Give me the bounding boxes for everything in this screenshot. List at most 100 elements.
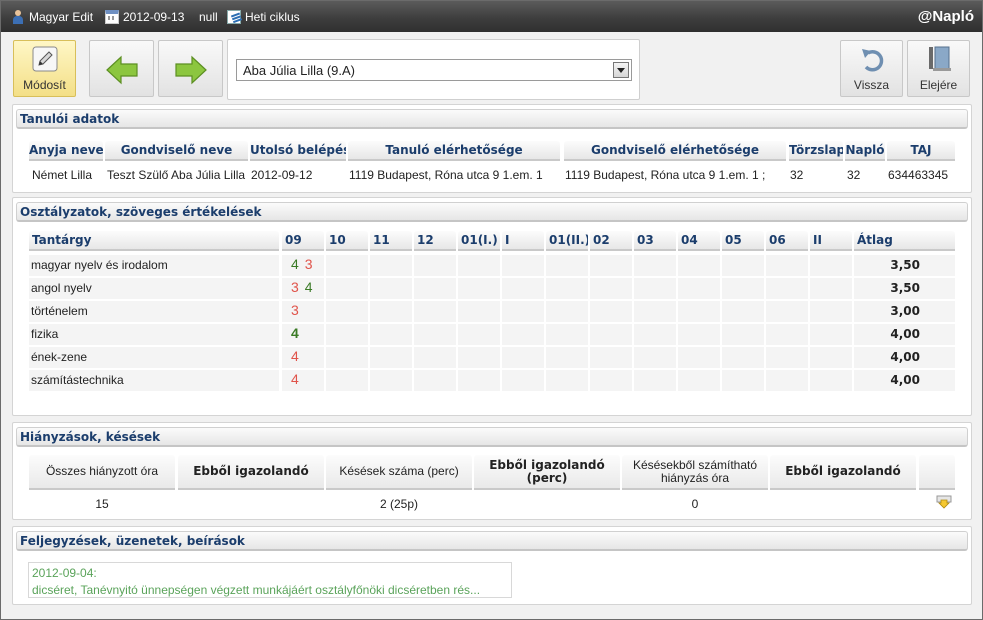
student-select[interactable]: Aba Júlia Lilla (9.A) bbox=[236, 59, 632, 81]
grade-cell bbox=[634, 370, 676, 391]
col-month-04: 04 bbox=[678, 231, 720, 251]
grade-row: magyar nyelv és irodalom 4 3 3,50 bbox=[29, 255, 955, 276]
next-student-button[interactable] bbox=[158, 40, 223, 97]
grade-cell bbox=[458, 370, 500, 391]
col-month-01-ii: 01(II.) bbox=[546, 231, 588, 251]
grade-cell bbox=[414, 347, 456, 368]
student-contact: 1119 Budapest, Róna utca 9 1.em. 1 bbox=[349, 168, 543, 182]
calendar-icon bbox=[105, 10, 119, 24]
date-info[interactable]: 2012-09-13 bbox=[105, 10, 184, 24]
subject-cell: fizika bbox=[29, 324, 279, 345]
student-select-value: Aba Júlia Lilla (9.A) bbox=[243, 63, 355, 78]
note-entry[interactable]: 2012-09-04: dicséret, Tanévnyitó ünnepsé… bbox=[28, 562, 512, 598]
subject-cell: angol nyelv bbox=[29, 278, 279, 299]
grade-cell bbox=[810, 347, 852, 368]
col-last-login: Utolsó belépés bbox=[250, 141, 346, 161]
prev-student-button[interactable] bbox=[89, 40, 154, 97]
grade-mark[interactable]: 4 bbox=[305, 279, 313, 295]
absences-panel: Hiányzások, késések Összes hiányzott óra… bbox=[12, 422, 972, 520]
grade-cell bbox=[766, 324, 808, 345]
absences-title: Hiányzások, késések bbox=[16, 427, 968, 447]
edit-button[interactable]: Módosít bbox=[13, 40, 76, 97]
total-absence: 15 bbox=[95, 497, 109, 511]
grade-cell bbox=[414, 370, 456, 391]
grade-mark[interactable]: 3 bbox=[291, 279, 299, 295]
first-label: Elejére bbox=[919, 78, 958, 92]
cycle-info[interactable]: Heti ciklus bbox=[227, 10, 300, 24]
grade-row: angol nyelv 3 4 3,50 bbox=[29, 278, 955, 299]
average-value: 4,00 bbox=[890, 327, 920, 341]
grade-cell bbox=[722, 278, 764, 299]
edit-label: Módosít bbox=[23, 78, 66, 92]
chevron-down-icon[interactable] bbox=[613, 62, 629, 78]
grade-cell bbox=[590, 324, 632, 345]
grade-cell bbox=[458, 324, 500, 345]
brand-logo: @Napló bbox=[917, 8, 974, 25]
col-student-contact: Tanuló elérhetősége bbox=[348, 141, 560, 161]
grade-cell bbox=[722, 324, 764, 345]
grade-cell bbox=[326, 370, 368, 391]
average-value: 3,00 bbox=[890, 304, 920, 318]
grades-panel: Osztályzatok, szöveges értékelések Tantá… bbox=[12, 197, 972, 416]
last-login: 2012-09-12 bbox=[251, 168, 313, 182]
grade-cell bbox=[678, 255, 720, 276]
subject-cell: ének-zene bbox=[29, 347, 279, 368]
col-month-11: 11 bbox=[370, 231, 412, 251]
grade-mark[interactable]: 3 bbox=[305, 256, 313, 272]
grade-mark[interactable]: 4 bbox=[291, 256, 299, 272]
grade-cell bbox=[546, 370, 588, 391]
note-date: 2012-09-04: bbox=[32, 566, 97, 580]
grade-cell bbox=[370, 347, 412, 368]
grade-cell bbox=[414, 278, 456, 299]
grade-cell bbox=[502, 324, 544, 345]
app-window: Magyar Edit 2012-09-13 null Heti ciklus … bbox=[0, 0, 983, 620]
grade-cell bbox=[678, 347, 720, 368]
col-month-10: 10 bbox=[326, 231, 368, 251]
grade-cell bbox=[326, 255, 368, 276]
grade-cell bbox=[810, 301, 852, 322]
grade-cell bbox=[546, 278, 588, 299]
grade-mark[interactable]: 4 bbox=[291, 348, 299, 364]
col-total-absence: Összes hiányzott óra bbox=[29, 455, 175, 490]
grades-title: Osztályzatok, szöveges értékelések bbox=[16, 202, 968, 222]
grade-mark[interactable]: 3 bbox=[291, 302, 299, 318]
download-icon[interactable] bbox=[936, 495, 952, 509]
grade-cell bbox=[458, 278, 500, 299]
grade-mark[interactable]: 4 bbox=[291, 325, 299, 341]
col-register: Törzslap bbox=[789, 141, 843, 161]
grade-cell: 4 bbox=[282, 324, 324, 345]
grade-cell bbox=[634, 324, 676, 345]
grade-cell bbox=[414, 301, 456, 322]
subject-cell: magyar nyelv és irodalom bbox=[29, 255, 279, 276]
col-semester-ii: II bbox=[810, 231, 852, 251]
col-late-to-justify: Ebből igazolandó (perc) bbox=[474, 455, 620, 490]
col-month-03: 03 bbox=[634, 231, 676, 251]
first-button[interactable]: Elejére bbox=[907, 40, 970, 97]
average-value: 4,00 bbox=[890, 350, 920, 364]
arrow-right-icon bbox=[175, 55, 207, 85]
notes-panel: Feljegyzések, üzenetek, beírások 2012-09… bbox=[12, 526, 972, 605]
grade-cell bbox=[502, 278, 544, 299]
grade-cell bbox=[370, 255, 412, 276]
user-info[interactable]: Magyar Edit bbox=[11, 10, 93, 24]
late-count: 2 (25p) bbox=[379, 497, 419, 511]
grade-mark[interactable]: 4 bbox=[291, 371, 299, 387]
student-selector-box: Aba Júlia Lilla (9.A) bbox=[227, 39, 640, 100]
grade-cell bbox=[766, 301, 808, 322]
grade-row: fizika 4 4,00 bbox=[29, 324, 955, 345]
register-number: 32 bbox=[790, 168, 804, 182]
grade-cell bbox=[722, 370, 764, 391]
col-month-02: 02 bbox=[590, 231, 632, 251]
grade-cell bbox=[634, 347, 676, 368]
col-to-justify: Ebből igazolandó bbox=[178, 455, 324, 490]
col-taj: TAJ bbox=[887, 141, 955, 161]
grade-cell bbox=[634, 278, 676, 299]
grade-cell bbox=[590, 347, 632, 368]
undo-icon bbox=[862, 49, 884, 72]
average-value: 4,00 bbox=[890, 373, 920, 387]
grade-cell bbox=[678, 324, 720, 345]
col-late-hours-to-justify: Ebből igazolandó bbox=[770, 455, 916, 490]
grade-row: ének-zene 4 4,00 bbox=[29, 347, 955, 368]
grade-cell bbox=[370, 301, 412, 322]
back-button[interactable]: Vissza bbox=[840, 40, 903, 97]
